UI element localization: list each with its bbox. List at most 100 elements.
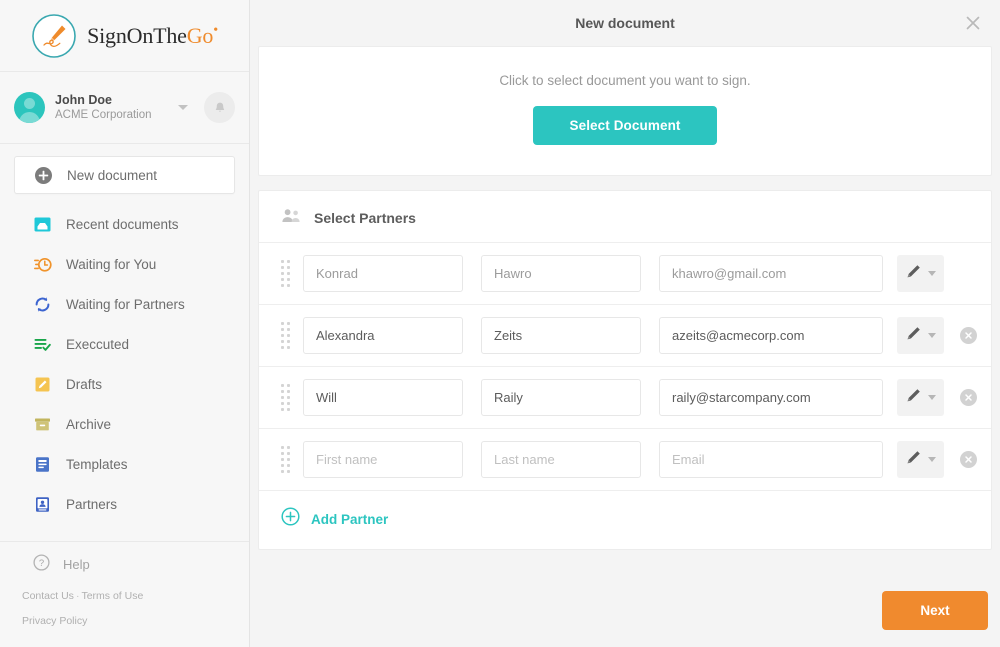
- remove-circle-icon[interactable]: [960, 327, 977, 344]
- brand-trademark: •: [213, 22, 218, 38]
- sidebar-item-partners[interactable]: Partners: [14, 484, 235, 524]
- partner-first-name-input[interactable]: [303, 441, 463, 478]
- partner-role-action[interactable]: [897, 255, 944, 292]
- remove-circle-icon[interactable]: [960, 389, 977, 406]
- partner-last-name-input[interactable]: [481, 255, 641, 292]
- legal-separator: ·: [75, 590, 80, 603]
- partners-card: Select Partners Konrad Hawro khawro@gmai…: [258, 190, 992, 550]
- partner-email-input[interactable]: [659, 317, 883, 354]
- chevron-down-icon: [928, 271, 936, 276]
- partner-role-action[interactable]: [897, 379, 944, 416]
- partner-first-name-input[interactable]: [303, 317, 463, 354]
- svg-text:?: ?: [39, 558, 44, 569]
- user-account-block[interactable]: John Doe ACME Corporation: [0, 72, 249, 144]
- topbar: New document: [250, 0, 1000, 46]
- partner-role-action[interactable]: [897, 317, 944, 354]
- sidebar-item-label: Recent documents: [66, 216, 179, 232]
- brand-name-part2: Go: [186, 22, 214, 48]
- sidebar-item-drafts[interactable]: Drafts: [14, 364, 235, 404]
- pen-icon: [905, 449, 922, 471]
- archive-box-icon: [33, 415, 52, 434]
- close-icon[interactable]: [960, 10, 986, 36]
- document-select-card: Click to select document you want to sig…: [258, 46, 992, 176]
- table-row: [259, 428, 991, 490]
- pen-icon: [905, 325, 922, 347]
- legal-links: Contact Us · Terms of Use Privacy Policy: [0, 575, 249, 633]
- add-partner-label: Add Partner: [311, 511, 389, 527]
- help-link[interactable]: ? Help: [0, 541, 249, 575]
- page-title: New document: [575, 15, 675, 31]
- partner-email-input[interactable]: [659, 441, 883, 478]
- refresh-cycle-icon: [33, 295, 52, 314]
- pen-icon: [905, 263, 922, 285]
- sidebar: SignOnTheGo• John Doe ACME Corporation N…: [0, 0, 250, 647]
- drag-dots-icon[interactable]: [277, 446, 293, 473]
- partner-last-name-input[interactable]: [481, 317, 641, 354]
- footer-bar: Next: [250, 573, 1000, 647]
- remove-circle-icon[interactable]: [960, 451, 977, 468]
- sidebar-item-archive[interactable]: Archive: [14, 404, 235, 444]
- partners-header: Select Partners: [259, 191, 991, 242]
- group-people-icon: [281, 208, 301, 228]
- next-button[interactable]: Next: [882, 590, 988, 630]
- sidebar-item-waiting-for-you[interactable]: Waiting for You: [14, 244, 235, 284]
- sidebar-item-label: Partners: [66, 496, 118, 512]
- document-lines-icon: [33, 455, 52, 474]
- list-check-icon: [33, 335, 52, 354]
- sidebar-item-label: Execcuted: [66, 336, 130, 352]
- privacy-policy-link[interactable]: Privacy Policy: [22, 615, 87, 627]
- partners-title: Select Partners: [314, 210, 416, 226]
- partner-email-input[interactable]: [659, 255, 883, 292]
- sidebar-item-label: Archive: [66, 416, 112, 432]
- sidebar-item-label: New document: [67, 167, 158, 183]
- clock-pending-icon: [33, 255, 52, 274]
- sidebar-item-label: Waiting for Partners: [66, 296, 185, 312]
- partner-last-name-input[interactable]: [481, 379, 641, 416]
- sidebar-item-label: Drafts: [66, 376, 103, 392]
- partner-email-input[interactable]: [659, 379, 883, 416]
- add-partner-button[interactable]: Add Partner: [259, 490, 991, 549]
- select-document-button[interactable]: Select Document: [533, 106, 717, 145]
- pen-icon: [905, 387, 922, 409]
- sidebar-item-recent-documents[interactable]: Recent documents: [14, 204, 235, 244]
- drag-dots-icon[interactable]: [277, 384, 293, 411]
- pen-signature-logo-icon: [31, 13, 77, 59]
- document-hint: Click to select document you want to sig…: [499, 73, 751, 88]
- sidebar-item-waiting-for-partners[interactable]: Waiting for Partners: [14, 284, 235, 324]
- contact-us-link[interactable]: Contact Us: [22, 590, 74, 602]
- drag-dots-icon[interactable]: [277, 260, 293, 287]
- sidebar-item-executed[interactable]: Execcuted: [14, 324, 235, 364]
- user-name: John Doe: [55, 92, 112, 107]
- table-row: [259, 304, 991, 366]
- question-circle-icon: ?: [33, 554, 50, 576]
- bell-icon[interactable]: [204, 92, 235, 123]
- sidebar-item-templates[interactable]: Templates: [14, 444, 235, 484]
- brand-name-part1: SignOnThe: [87, 22, 187, 48]
- sidebar-item-new-document[interactable]: New document: [14, 156, 235, 194]
- terms-of-use-link[interactable]: Terms of Use: [81, 590, 143, 602]
- drag-dots-icon[interactable]: [277, 322, 293, 349]
- chevron-down-icon: [928, 457, 936, 462]
- user-organization: ACME Corporation: [55, 109, 152, 122]
- chevron-down-icon[interactable]: [178, 105, 188, 110]
- partner-first-name-input[interactable]: [303, 379, 463, 416]
- sidebar-item-label: Waiting for You: [66, 256, 157, 272]
- chevron-down-icon: [928, 333, 936, 338]
- pencil-square-icon: [33, 375, 52, 394]
- app-root: SignOnTheGo• John Doe ACME Corporation N…: [0, 0, 1000, 647]
- sidebar-nav: New document Recent documents Waiting fo…: [0, 144, 249, 537]
- inbox-icon: [33, 215, 52, 234]
- partner-role-action[interactable]: [897, 441, 944, 478]
- sidebar-footer: ? Help Contact Us · Terms of Use Privacy P…: [0, 537, 249, 647]
- partner-first-name-input[interactable]: [303, 255, 463, 292]
- brand-name: SignOnTheGo•: [87, 23, 218, 49]
- main-content: Click to select document you want to sig…: [250, 46, 1000, 573]
- table-row: [259, 242, 991, 304]
- contact-card-icon: [33, 495, 52, 514]
- brand-logo[interactable]: SignOnTheGo•: [0, 0, 249, 72]
- sidebar-item-label: Templates: [66, 456, 128, 472]
- partner-last-name-input[interactable]: [481, 441, 641, 478]
- plus-circle-outline-icon: [281, 507, 300, 531]
- user-meta: John Doe ACME Corporation: [55, 93, 168, 123]
- main-panel: New document Click to select document yo…: [250, 0, 1000, 647]
